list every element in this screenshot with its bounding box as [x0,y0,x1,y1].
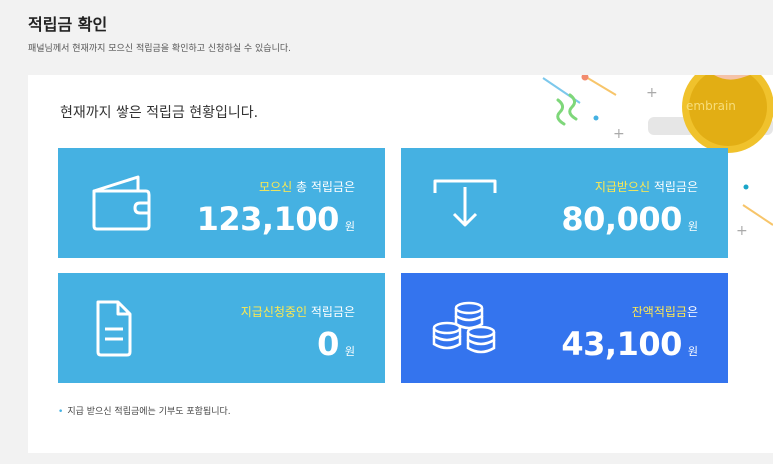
wallet-icon [92,175,151,231]
coin-label: embrain [686,99,736,113]
paid-points-caption: 지급받으신 적립금은 [594,180,698,194]
total-points-amount: 123,100 원 [196,200,355,238]
pending-points-amount: 0원 [317,325,355,363]
summary-headline: 현재까지 쌓은 적립금 현황입니다. [60,105,259,121]
total-points-caption: 모으신 총 적립금은 [259,180,355,194]
svg-text:+: + [613,126,625,142]
donation-note: • 지급 받으신 적립금에는 기부도 포함됩니다. [58,407,231,417]
paid-points-amount: 80,000 원 [561,200,698,238]
svg-text:+: + [736,223,748,239]
coin-icon: embrain [682,75,773,153]
points-summary-panel: + + + embrain 현재까지 쌓은 적립금 현황입니다. 모으신 총 적… [28,75,773,453]
document-icon [96,300,132,357]
paid-points-card: 지급받으신 적립금은 80,000 원 [401,148,728,258]
download-arrow-icon [433,179,497,227]
svg-text:+: + [646,85,658,101]
page-description: 패널님께서 현재까지 모으신 적립금을 확인하고 신청하실 수 있습니다. [28,44,292,54]
balance-points-card: 잔액적립금은 43,100 원 [401,273,728,383]
page-header: 적립금 확인 패널님께서 현재까지 모으신 적립금을 확인하고 신청하실 수 있… [28,14,291,54]
pending-points-card: 지급신청중인 적립금은 0원 [58,273,385,383]
balance-points-amount: 43,100 원 [561,325,698,363]
coins-icon [432,301,496,354]
bullet-icon: • [58,407,64,417]
page-title: 적립금 확인 [28,15,108,34]
total-points-card: 모으신 총 적립금은 123,100 원 [58,148,385,258]
balance-points-caption: 잔액적립금은 [631,305,698,319]
pending-points-caption: 지급신청중인 적립금은 [240,305,355,319]
